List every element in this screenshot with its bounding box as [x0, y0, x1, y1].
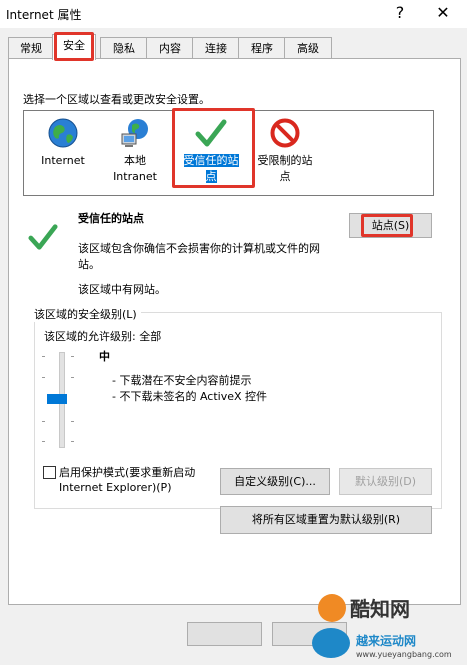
allowed-level-text: 该区域的允许级别: 全部	[44, 330, 162, 343]
protected-mode-label-1: 启用保护模式(要求重新启动	[59, 466, 196, 479]
security-level-title: 该区域的安全级别(L)	[34, 306, 141, 322]
zone-intranet-label-1: 本地	[124, 154, 146, 167]
window-title: Internet 属性	[6, 8, 82, 22]
selected-zone-name: 受信任的站点	[78, 212, 144, 225]
zone-intranet[interactable]: 本地 Intranet	[100, 111, 170, 185]
zone-instruction: 选择一个区域以查看或更改安全设置。	[23, 93, 210, 106]
restricted-icon	[269, 117, 301, 149]
custom-level-button[interactable]: 自定义级别(C)...	[220, 468, 330, 495]
level-bullet-1: - 下载潜在不安全内容前提示	[112, 374, 252, 387]
default-level-button[interactable]: 默认级别(D)	[339, 468, 432, 495]
title-bar: Internet 属性 ? ✕	[0, 0, 467, 28]
watermark-text-2: 越来运动网	[356, 634, 417, 648]
highlight-tab-security	[54, 32, 94, 61]
watermark-text-1: 酷知网	[350, 597, 410, 621]
tab-privacy[interactable]: 隐私	[100, 37, 148, 59]
zone-internet-label: Internet	[41, 154, 85, 167]
watermark-brand-icon	[312, 628, 350, 658]
close-button[interactable]: ✕	[427, 2, 459, 24]
reset-all-zones-button[interactable]: 将所有区域重置为默认级别(R)	[220, 506, 432, 534]
selected-zone-status: 该区域中有网站。	[78, 283, 166, 296]
protected-mode-checkbox[interactable]	[43, 466, 56, 479]
zone-restricted-label-1: 受限制的站	[257, 154, 313, 167]
tab-advanced[interactable]: 高级	[284, 37, 332, 59]
highlight-trusted-zone	[172, 108, 255, 188]
tab-general[interactable]: 常规	[8, 37, 54, 59]
selected-zone-desc-2: 站。	[78, 258, 100, 271]
selected-zone-desc-1: 该区域包含你确信不会损害你的计算机或文件的网	[78, 242, 320, 255]
security-slider-thumb[interactable]	[47, 394, 67, 404]
help-button[interactable]: ?	[384, 2, 416, 24]
zone-intranet-label-2: Intranet	[113, 170, 157, 183]
tab-connections[interactable]: 连接	[192, 37, 240, 59]
intranet-icon	[119, 117, 151, 149]
protected-mode-label-2: Internet Explorer)(P)	[59, 481, 172, 494]
level-bullet-2: - 不下载未签名的 ActiveX 控件	[112, 390, 268, 403]
zone-restricted-label-2: 点	[279, 170, 291, 183]
watermark-logo-icon	[318, 594, 346, 622]
zone-internet[interactable]: Internet	[28, 111, 98, 169]
zone-restricted-sites[interactable]: 受限制的站 点	[250, 111, 320, 185]
ok-button[interactable]	[187, 622, 262, 646]
zone-large-checkmark-icon	[28, 222, 58, 255]
globe-icon	[47, 117, 79, 149]
tab-content[interactable]: 内容	[146, 37, 194, 59]
watermark-text-3: www.yueyangbang.com	[356, 650, 452, 659]
highlight-sites-button	[361, 214, 413, 237]
tab-programs[interactable]: 程序	[238, 37, 286, 59]
level-name: 中	[99, 350, 110, 363]
